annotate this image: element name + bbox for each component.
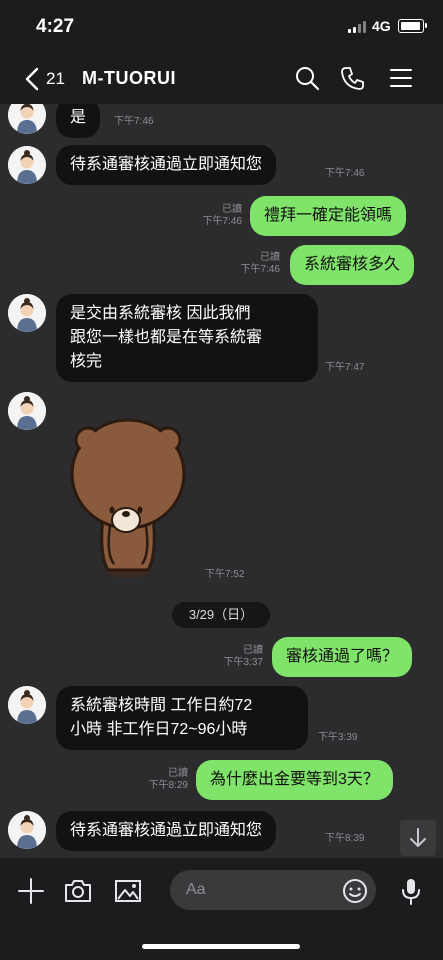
avatar[interactable]	[8, 104, 46, 134]
message-time: 下午8:39	[325, 833, 365, 844]
read-receipt: 已讀	[260, 252, 280, 263]
cellular-signal-icon	[348, 21, 368, 33]
chat-header: 21 M-TUORUI	[0, 52, 443, 104]
message-text: 禮拜一確定能領嗎	[264, 207, 393, 224]
read-receipt: 已讀	[222, 204, 242, 215]
message-meta: 已讀 下午7:46	[228, 252, 280, 276]
brown-bear-bow-sticker[interactable]	[66, 414, 192, 582]
message-text-line: 小時 非工作日72~96小時	[70, 721, 248, 738]
status-bar: 4:27 4G	[0, 0, 443, 52]
message-bubble-incoming[interactable]: 是	[56, 104, 101, 138]
message-time: 下午7:46	[240, 264, 280, 275]
message-meta: 已讀 下午8:29	[136, 768, 188, 792]
phone-icon[interactable]	[340, 65, 366, 91]
message-bubble-outgoing[interactable]: 系統審核多久	[290, 245, 415, 285]
message-text: 系統審核多久	[304, 256, 401, 273]
message-bubble-incoming[interactable]: 待系通審核通過立即通知您	[56, 145, 277, 185]
message-time: 下午3:39	[318, 732, 358, 743]
plus-icon[interactable]	[16, 876, 46, 906]
read-receipt: 已讀	[243, 645, 263, 656]
avatar[interactable]	[8, 392, 46, 430]
read-receipt: 已讀	[168, 768, 188, 779]
message-bubble-outgoing[interactable]: 禮拜一確定能領嗎	[250, 196, 407, 236]
avatar[interactable]	[8, 146, 46, 184]
avatar[interactable]	[8, 686, 46, 724]
message-time: 下午7:46	[325, 168, 365, 179]
date-separator: 3/29（日）	[172, 602, 270, 628]
message-text: 審核通過了嗎？	[286, 648, 399, 665]
image-icon[interactable]	[113, 876, 143, 906]
search-icon[interactable]	[294, 65, 320, 91]
message-bubble-incoming[interactable]: 待系通審核通過立即通知您	[56, 811, 277, 851]
message-text: 為什麼出金要等到3天？	[210, 771, 379, 788]
hamburger-menu-icon[interactable]	[388, 65, 414, 91]
message-bubble-outgoing[interactable]: 審核通過了嗎？	[272, 637, 413, 677]
message-time: 下午7:46	[202, 216, 242, 227]
message-time: 下午8:29	[148, 780, 188, 791]
network-type: 4G	[372, 18, 391, 34]
arrow-down-icon[interactable]	[400, 820, 436, 856]
chevron-left-icon[interactable]	[22, 66, 44, 92]
chat-history[interactable]: 是 下午7:46 待系通審核通過立即通知您 下午7:46 已讀 下午7:46 禮…	[0, 104, 443, 858]
message-text-line: 是交由系統審核 因此我們	[70, 305, 251, 322]
message-bubble-outgoing[interactable]: 為什麼出金要等到3天？	[196, 760, 393, 800]
status-time: 4:27	[36, 16, 75, 37]
message-bubble-incoming[interactable]: 是交由系統審核 因此我們 跟您一樣也都是在等系統審 核完	[56, 294, 318, 382]
unread-count[interactable]: 21	[46, 69, 65, 89]
message-bubble-incoming[interactable]: 系統審核時間 工作日約72 小時 非工作日72~96小時	[56, 686, 308, 750]
emoji-icon[interactable]	[342, 878, 368, 904]
message-input-bar	[0, 858, 443, 960]
message-text: 待系通審核通過立即通知您	[70, 156, 263, 173]
home-indicator	[142, 944, 300, 949]
battery-icon	[398, 19, 427, 33]
message-text: 待系通審核通過立即通知您	[70, 822, 263, 839]
message-text-line: 系統審核時間 工作日約72	[70, 697, 253, 714]
message-text: 是	[70, 109, 87, 126]
message-meta: 已讀 下午7:46	[190, 204, 242, 228]
message-time: 下午7:46	[114, 116, 154, 127]
message-meta: 已讀 下午3:37	[211, 645, 263, 669]
message-time: 下午3:37	[223, 657, 263, 668]
microphone-icon[interactable]	[396, 876, 426, 906]
message-time: 下午7:52	[205, 569, 245, 580]
avatar[interactable]	[8, 811, 46, 849]
chat-title: M-TUORUI	[82, 68, 176, 88]
message-time: 下午7:47	[325, 362, 365, 373]
message-text-line: 核完	[70, 353, 103, 370]
avatar[interactable]	[8, 294, 46, 332]
message-text-line: 跟您一樣也都是在等系統審	[70, 329, 263, 346]
camera-icon[interactable]	[63, 876, 93, 906]
